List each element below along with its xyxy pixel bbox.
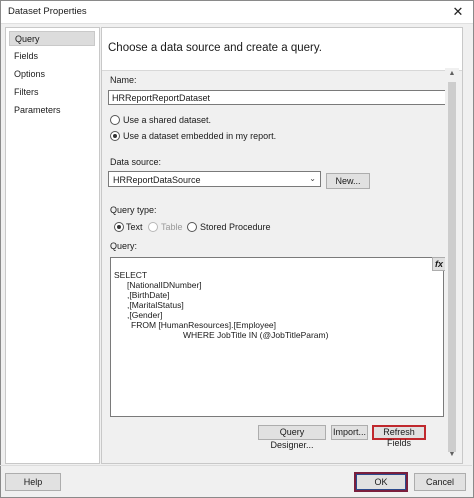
chevron-down-icon: ⌄ (309, 174, 316, 183)
querytype-stored-label: Stored Procedure (200, 222, 271, 232)
name-label: Name: (110, 75, 137, 85)
expression-button[interactable]: fx (432, 257, 446, 271)
query-label: Query: (110, 241, 138, 251)
datasource-value: HRReportDataSource (113, 175, 201, 185)
window-title: Dataset Properties (8, 6, 87, 17)
radio-embedded-dataset[interactable] (110, 131, 120, 141)
query-line: [NationalIDNumber] (127, 280, 202, 290)
import-button[interactable]: Import... (331, 425, 368, 440)
help-button[interactable]: Help (5, 473, 61, 491)
scroll-up-icon[interactable]: ▲ (445, 68, 459, 80)
panel-header: Choose a data source and create a query. (102, 28, 462, 71)
sidebar-nav: Query Fields Options Filters Parameters (5, 27, 100, 464)
radio-querytype-table[interactable] (148, 222, 158, 232)
name-input[interactable] (108, 90, 446, 105)
radio-shared-dataset[interactable] (110, 115, 120, 125)
sidebar-item-fields[interactable]: Fields (9, 49, 95, 64)
radio-embedded-label: Use a dataset embedded in my report. (123, 131, 277, 141)
new-datasource-button[interactable]: New... (326, 173, 370, 189)
refresh-fields-button[interactable]: Refresh Fields (372, 425, 426, 448)
datasource-select[interactable]: HRReportDataSource ⌄ (108, 171, 321, 187)
sidebar-item-options[interactable]: Options (9, 67, 95, 82)
query-line: WHERE JobTitle IN (@JobTitleParam) (183, 330, 329, 340)
scroll-thumb[interactable] (448, 82, 456, 452)
query-line: ,[Gender] (127, 310, 163, 320)
sidebar-item-parameters[interactable]: Parameters (9, 103, 95, 118)
query-line: ,[MaritalStatus] (127, 300, 184, 310)
querytype-table-label: Table (161, 222, 183, 232)
querytype-label: Query type: (110, 205, 157, 215)
radio-querytype-stored[interactable] (187, 222, 197, 232)
sidebar-item-filters[interactable]: Filters (9, 85, 95, 100)
query-line: FROM [HumanResources].[Employee] (131, 320, 277, 330)
scroll-down-icon[interactable]: ▼ (445, 449, 459, 461)
content-scrollbar[interactable]: ▲ ▼ (445, 68, 459, 461)
sidebar-item-query[interactable]: Query (9, 31, 95, 46)
cancel-button[interactable]: Cancel (414, 473, 466, 491)
title-bar: Dataset Properties ✕ (1, 1, 473, 24)
datasource-label: Data source: (110, 157, 162, 167)
close-icon[interactable]: ✕ (449, 3, 467, 21)
radio-shared-label: Use a shared dataset. (123, 115, 212, 125)
footer-divider (0, 465, 472, 466)
query-designer-button[interactable]: Query Designer... (258, 425, 326, 450)
page-title: Choose a data source and create a query. (108, 42, 322, 54)
querytype-text-label: Text (126, 222, 143, 232)
query-textarea[interactable]: SELECT [NationalIDNumber] ,[BirthDate] ,… (110, 257, 444, 417)
ok-button[interactable]: OK (354, 472, 408, 492)
query-line: ,[BirthDate] (127, 290, 170, 300)
query-line: SELECT (114, 270, 148, 280)
radio-querytype-text[interactable] (114, 222, 124, 232)
